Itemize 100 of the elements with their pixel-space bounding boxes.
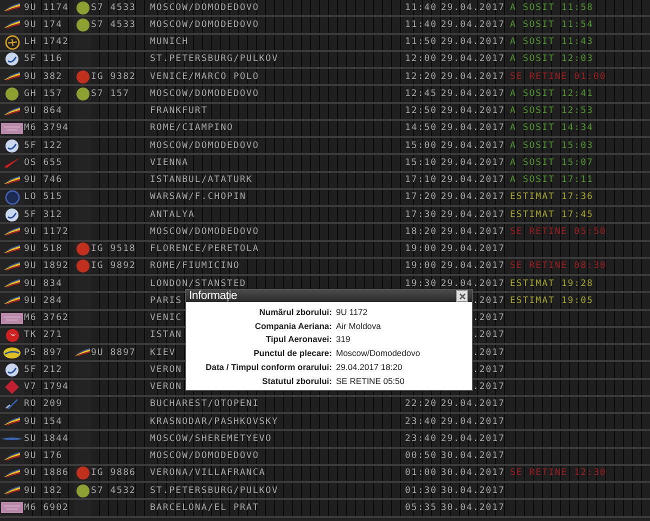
status-text: A SOSIT 14:34 xyxy=(510,123,594,134)
destination-text: VENIC xyxy=(150,313,182,324)
date-text: 29.04.2017 xyxy=(440,106,505,116)
time-text: 12:50 xyxy=(405,106,438,116)
flight-number: 9U 864 xyxy=(24,106,63,116)
time-text: 17:20 xyxy=(405,192,438,202)
date-text: 29.04.2017 xyxy=(440,88,505,99)
destination-text: ISTAN xyxy=(150,330,182,340)
date-text: 29.04.2017 xyxy=(440,20,505,30)
flight-number: 9U 518 xyxy=(24,244,63,254)
time-text: 17:30 xyxy=(405,210,438,220)
time-text: 19:30 xyxy=(405,278,438,289)
date-text: 30.04.2017 xyxy=(440,451,505,462)
date-text: .2017 xyxy=(472,313,505,324)
date-text: 29.04.2017 xyxy=(440,72,505,82)
date-text: 29.04.2017 xyxy=(440,158,505,168)
flight-number: M6 6902 xyxy=(24,502,69,513)
destination-text: ST.PETERSBURG/PULKOV xyxy=(150,54,278,64)
status-text: A SOSIT 17:11 xyxy=(510,175,594,186)
destination-text: MOSCOW/DOMODEDOVO xyxy=(150,226,260,237)
flight-number: 9U 1174 xyxy=(24,2,69,13)
flight-number: OS 655 xyxy=(24,158,63,168)
field-label: Data / Timpul conform orarului: xyxy=(204,360,332,374)
flight-number: 5F 122 xyxy=(24,140,63,151)
codeshare-flight-number: IG 9382 xyxy=(91,72,136,82)
status-text: ESTIMAT 19:05 xyxy=(510,296,594,306)
codeshare-flight-number: S7 4533 xyxy=(91,2,136,13)
date-text: .2017 xyxy=(472,330,505,340)
destination-text: ISTANBUL/ATATURK xyxy=(150,175,253,186)
date-text: .2017 xyxy=(472,296,505,306)
destination-text: VERONA/VILLAFRANCA xyxy=(150,468,266,478)
date-text: 30.04.2017 xyxy=(440,502,505,513)
time-text: 12:45 xyxy=(405,88,438,99)
status-text: A SOSIT 11:54 xyxy=(510,20,594,30)
flight-number: M6 3794 xyxy=(24,123,69,134)
status-text: A SOSIT 11:58 xyxy=(510,2,594,13)
field-value: Moscow/Domodedovo xyxy=(336,347,422,360)
destination-text: MOSCOW/SHEREMETYEVO xyxy=(150,434,272,444)
destination-text: FLORENCE/PERETOLA xyxy=(150,244,260,254)
date-text: 30.04.2017 xyxy=(440,486,505,496)
flight-number: PS 897 xyxy=(24,348,63,358)
codeshare-flight-number: S7 4533 xyxy=(91,20,136,30)
destination-text: BARCELONA/EL PRAT xyxy=(150,502,260,513)
flight-number: 9U 1892 xyxy=(24,261,69,272)
codeshare-flight-number: 9U 8897 xyxy=(91,348,136,358)
field-value: SE RETINE 05:50 xyxy=(336,374,406,388)
codeshare-flight-number: IG 9892 xyxy=(91,261,136,272)
time-text: 01:30 xyxy=(405,486,438,496)
field-value: Air Moldova xyxy=(336,320,382,332)
time-text: 11:40 xyxy=(405,2,438,13)
flight-number: V7 1794 xyxy=(24,382,69,392)
destination-text: KIEV xyxy=(150,348,176,358)
flight-number: 9U 834 xyxy=(24,278,63,289)
flight-number: 5F 116 xyxy=(24,54,63,64)
codeshare-flight-number: IG 9886 xyxy=(91,468,136,478)
status-text: A SOSIT 15:07 xyxy=(510,158,594,168)
flight-number: SU 1844 xyxy=(24,434,69,444)
field-label: Punctul de plecare: xyxy=(252,347,332,360)
destination-text: ROME/CIAMPINO xyxy=(150,123,234,134)
time-text: 15:10 xyxy=(405,158,438,168)
time-text: 22:20 xyxy=(405,399,438,410)
date-text: 29.04.2017 xyxy=(440,123,505,134)
status-text: SE RETINE 08:30 xyxy=(510,261,606,272)
destination-text: ROME/FIUMICINO xyxy=(150,261,240,272)
status-text: SE RETINE 01:00 xyxy=(510,72,606,82)
date-text: 29.04.2017 xyxy=(440,210,505,220)
flight-number: 9U 746 xyxy=(24,175,63,186)
destination-text: VERON xyxy=(150,364,182,375)
destination-text: VENICE/MARCO POLO xyxy=(150,72,260,82)
time-text: 17:10 xyxy=(405,175,438,186)
flight-number: 9U 174 xyxy=(24,20,63,30)
destination-text: ANTALYA xyxy=(150,210,195,220)
date-text: 29.04.2017 xyxy=(440,399,505,410)
destination-text: VERON xyxy=(150,382,182,392)
destination-text: VIENNA xyxy=(150,158,189,168)
time-text: 23:40 xyxy=(405,416,438,427)
status-text: SE RETINE 12:30 xyxy=(510,468,606,478)
date-text: .2017 xyxy=(472,364,505,375)
date-text: 29.04.2017 xyxy=(440,244,505,254)
destination-text: WARSAW/F.CHOPIN xyxy=(150,192,246,202)
destination-text: MOSCOW/DOMODEDOVO xyxy=(150,140,260,151)
flight-number: TK 271 xyxy=(24,330,63,340)
time-text: 00:50 xyxy=(405,451,438,462)
time-text: 11:50 xyxy=(405,37,438,48)
time-text: 01:00 xyxy=(405,468,438,478)
status-text: A SOSIT 12:53 xyxy=(510,106,594,116)
codeshare-flight-number: S7 157 xyxy=(91,88,130,99)
time-text: 19:00 xyxy=(405,261,438,272)
destination-text: MOSCOW/DOMODEDOVO xyxy=(150,2,260,13)
date-text: 29.04.2017 xyxy=(440,226,505,237)
status-text: A SOSIT 15:03 xyxy=(510,140,594,151)
time-text: 19:00 xyxy=(405,244,438,254)
flight-number: 9U 1172 xyxy=(24,226,69,237)
destination-text: MOSCOW/DOMODEDOVO xyxy=(150,88,260,99)
flight-number: GH 157 xyxy=(24,88,63,99)
status-text: ESTIMAT 17:36 xyxy=(510,192,594,202)
date-text: 30.04.2017 xyxy=(440,468,505,478)
flight-number: 9U 176 xyxy=(24,451,63,462)
time-text: 11:40 xyxy=(405,20,438,30)
time-text: 18:20 xyxy=(405,226,438,237)
